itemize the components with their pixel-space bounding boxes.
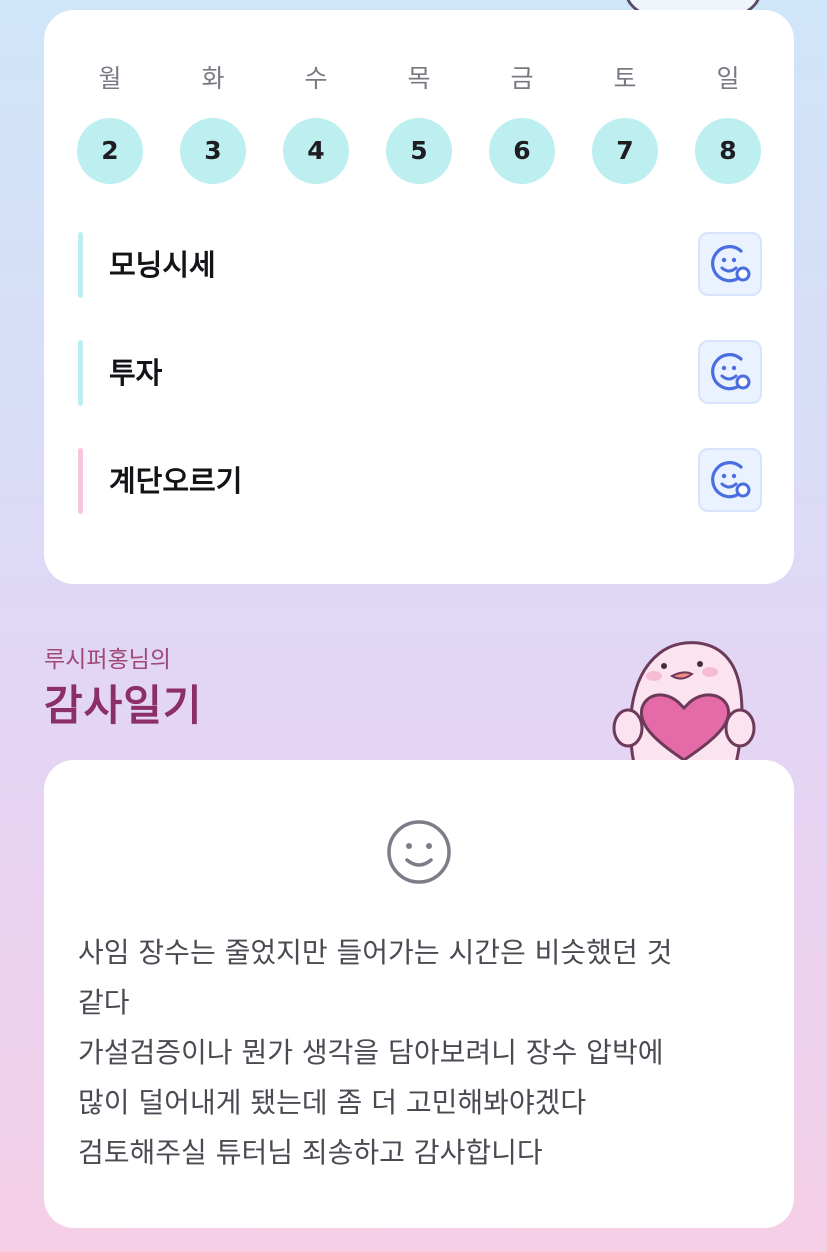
weekday-label: 목 <box>407 64 431 93</box>
habit-name: 계단오르기 <box>109 464 243 498</box>
smile-add-button[interactable] <box>698 448 762 512</box>
habit-accent-bar <box>78 340 83 406</box>
gratitude-diary-card: 사임 장수는 줄었지만 들어가는 시간은 비슷했던 것 같다 가설검증이나 뭔가… <box>44 760 794 1228</box>
day-column[interactable]: 화 3 <box>178 62 248 184</box>
habit-name: 모닝시세 <box>109 248 216 282</box>
habit-row: 투자 <box>78 340 762 406</box>
mascot-heart-illustration <box>612 641 756 764</box>
day-column[interactable]: 수 4 <box>281 62 351 184</box>
smile-add-button[interactable] <box>698 340 762 404</box>
date-circle[interactable]: 3 <box>180 118 246 184</box>
habit-row: 계단오르기 <box>78 448 762 514</box>
day-column[interactable]: 월 2 <box>75 62 145 184</box>
weekday-label: 수 <box>304 64 328 93</box>
date-circle[interactable]: 7 <box>592 118 658 184</box>
smile-add-icon <box>711 461 751 499</box>
date-circle[interactable]: 6 <box>489 118 555 184</box>
weekday-label: 월 <box>98 64 122 93</box>
habit-name: 투자 <box>109 356 163 390</box>
diary-owner: 루시퍼홍님의 <box>44 647 171 673</box>
smile-add-icon <box>711 245 751 283</box>
day-column[interactable]: 금 6 <box>487 62 557 184</box>
smile-face-icon[interactable] <box>385 818 453 886</box>
weekday-label: 화 <box>201 64 225 93</box>
day-column[interactable]: 토 7 <box>590 62 660 184</box>
day-column[interactable]: 목 5 <box>384 62 454 184</box>
weekday-label: 토 <box>613 64 637 93</box>
smile-add-button[interactable] <box>698 232 762 296</box>
weekly-habit-card: 월 2 화 3 수 4 목 5 금 6 토 7 일 8 모닝시세 투자 계단오르… <box>44 10 794 584</box>
habit-accent-bar <box>78 232 83 298</box>
habit-row: 모닝시세 <box>78 232 762 298</box>
date-circle[interactable]: 2 <box>77 118 143 184</box>
diary-title: 감사일기 <box>44 681 203 730</box>
diary-entry-text: 사임 장수는 줄었지만 들어가는 시간은 비슷했던 것 같다 가설검증이나 뭔가… <box>78 936 673 1169</box>
smile-add-icon <box>711 353 751 391</box>
weekday-label: 일 <box>716 64 740 93</box>
habit-accent-bar <box>78 448 83 514</box>
date-circle[interactable]: 8 <box>695 118 761 184</box>
date-circle[interactable]: 5 <box>386 118 452 184</box>
date-circle[interactable]: 4 <box>283 118 349 184</box>
day-column[interactable]: 일 8 <box>693 62 763 184</box>
weekday-label: 금 <box>510 64 534 93</box>
